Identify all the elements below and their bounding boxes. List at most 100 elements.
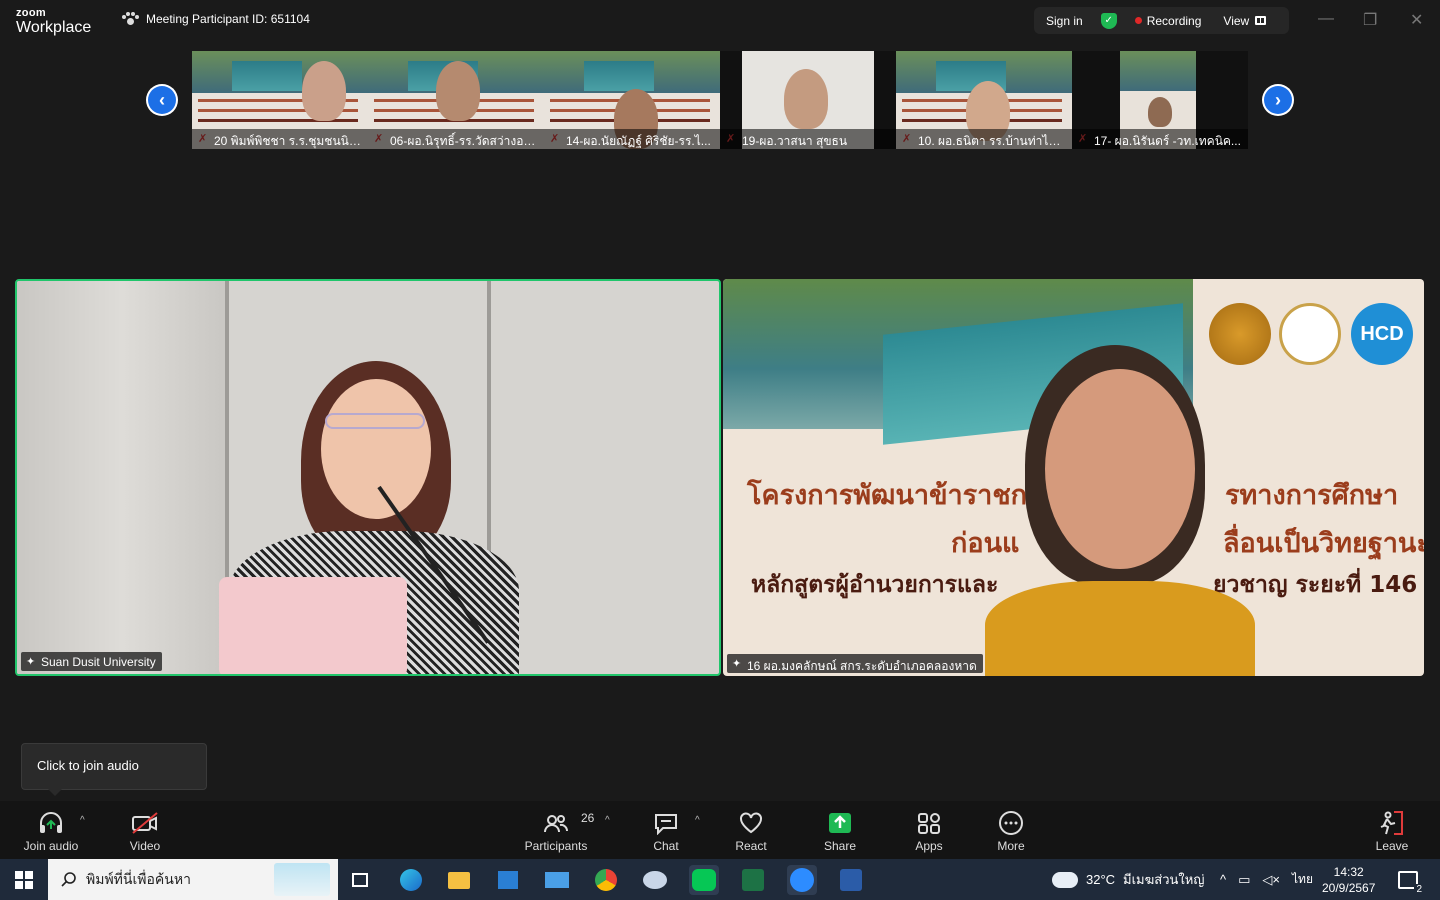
clock[interactable]: 14:32 20/9/2567 [1322,859,1375,900]
palette-icon [643,871,667,889]
recording-dot-icon [1134,17,1142,24]
network-icon[interactable]: ▭ [1238,872,1250,888]
active-speaker-video[interactable]: ✦ Suan Dusit University [15,279,721,676]
chat-button[interactable]: Chat [646,801,686,859]
edge-icon [400,869,422,891]
view-label: View [1223,13,1250,28]
participants-button[interactable]: 26 Participants [522,801,595,859]
chat-label: Chat [653,839,679,853]
meeting-id-text: Meeting Participant ID: 651104 [146,12,310,26]
recording-label[interactable]: Recording [1147,14,1202,28]
heart-icon [738,809,764,837]
participant-video[interactable]: HCD โครงการพัฒนาข้าราชก รทางการศึกษา ก่อ… [723,279,1424,676]
chevron-up-icon[interactable]: ^ [1220,872,1226,887]
weather-widget[interactable]: 32°C มีเมฆส่วนใหญ่ [1052,859,1204,900]
join-audio-label: Join audio [23,839,79,853]
video-label: ✦ Suan Dusit University [21,652,162,671]
taskbar-search[interactable]: พิมพ์ที่นี่เพื่อค้นหา [48,859,338,900]
line-app[interactable] [689,865,719,895]
participants-count: 26 [581,811,595,825]
word-app[interactable] [836,865,866,895]
audio-options-chevron-icon[interactable]: ^ [80,815,85,826]
next-page-button[interactable]: › [1262,84,1294,116]
participant-name: 20 พิมพ์พิชชา ร.ร.ชุมชนนิคม... [192,129,368,149]
pin-icon: ✦ [26,656,36,668]
task-view-icon [352,873,368,887]
chevron-right-icon: › [1264,86,1292,114]
notification-icon: 2 [1398,870,1424,895]
chat-options-chevron-icon[interactable]: ^ [695,815,700,826]
chrome-icon [595,869,617,891]
word-icon [840,869,862,891]
language-indicator[interactable]: ไทย [1292,870,1313,889]
participant-thumbnail[interactable]: ✗ 19-ผอ.วาสนา สุขธน [720,51,896,149]
chrome-app[interactable] [591,865,621,895]
participant-name: 19-ผอ.วาสนา สุขธน [720,129,896,149]
sign-in-button[interactable]: Sign in [1046,14,1083,28]
clock-time: 14:32 [1333,864,1364,879]
security-shield-icon[interactable]: ✓ [1100,12,1117,29]
store-icon [498,871,518,889]
task-view-button[interactable] [345,865,375,895]
notification-center-button[interactable]: 2 [1398,859,1424,900]
leave-icon [1378,809,1406,837]
share-label: Share [823,839,857,853]
more-button[interactable]: More [992,801,1030,859]
apps-icon [916,809,942,837]
search-placeholder: พิมพ์ที่นี่เพื่อค้นหา [86,870,191,887]
react-label: React [735,839,767,853]
system-tray: ^ ▭ ◁× ไทย [1220,859,1313,900]
leave-button[interactable]: Leave [1372,801,1412,859]
participant-name: 17- ผอ.นิรันดร์ -วท.เทคนิค... [1072,129,1248,149]
pin-icon: ✦ [732,658,742,670]
video-label: Video [129,839,161,853]
participant-thumbnail[interactable]: ✗ 06-ผอ.นิรุทธิ์-รร.วัดสว่างอาร... [368,51,544,149]
edge-app[interactable] [396,865,426,895]
more-label: More [997,839,1025,853]
share-button[interactable]: Share [820,801,860,859]
headphones-icon [37,809,65,837]
agency-logo [1279,303,1341,365]
participant-thumbnail[interactable]: ✗ 20 พิมพ์พิชชา ร.ร.ชุมชนนิคม... [192,51,368,149]
folder-icon [448,871,470,889]
close-button[interactable]: ✕ [1410,10,1423,30]
store-app[interactable] [493,865,523,895]
zoom-app[interactable] [787,865,817,895]
start-button[interactable] [9,865,39,895]
participant-thumbnail[interactable]: ✗ 10. ผอ.ธนิตา รร.บ้านท่าไม้ร... [896,51,1072,149]
zoom-logo: zoom Workplace [16,8,91,36]
video-label: ✦ 16 ผอ.มงคลักษณ์ สกร.ระดับอำเภอคลองหาด [727,654,983,673]
join-audio-tooltip: Click to join audio [21,743,207,796]
lighthouse-icon [274,863,330,896]
view-button[interactable]: View [1223,13,1267,28]
notification-count: 2 [1414,883,1424,895]
participants-label: Participants [524,839,588,853]
title-bar: zoom Workplace Meeting Participant ID: 6… [0,0,1440,42]
participant-thumbnail[interactable]: ✗ 14-ผอ.นัยณัฏฐ์ ศิริชัย-รร.ไ... [544,51,720,149]
participants-options-chevron-icon[interactable]: ^ [605,815,610,826]
video-off-icon [130,809,160,837]
logo-bottom-text: Workplace [16,19,92,36]
mail-app[interactable] [542,865,572,895]
banner-line-1b: รทางการศึกษา [1225,480,1399,511]
excel-app[interactable] [738,865,768,895]
banner-line-3b: ยวชาญ ระยะที่ 146 [1213,572,1418,598]
minimize-button[interactable]: — [1318,10,1334,28]
react-button[interactable]: React [730,801,772,859]
share-screen-icon [827,809,853,837]
leave-label: Leave [1375,839,1409,853]
paint-app[interactable] [640,865,670,895]
volume-muted-icon[interactable]: ◁× [1262,872,1280,888]
prev-page-button[interactable]: ‹ [146,84,178,116]
apps-button[interactable]: Apps [910,801,948,859]
file-explorer-app[interactable] [444,865,474,895]
video-button[interactable]: Video [124,801,166,859]
participant-thumbnail[interactable]: ✗ 17- ผอ.นิรันดร์ -วท.เทคนิค... [1072,51,1248,149]
clock-date: 20/9/2567 [1322,880,1376,895]
meeting-id[interactable]: Meeting Participant ID: 651104 [122,12,310,26]
banner-line-2b: ลื่อนเป็นวิทยฐานะ [1223,528,1424,559]
search-icon [61,871,76,887]
join-audio-button[interactable]: Join audio [22,801,80,859]
restore-button[interactable]: ❐ [1363,10,1377,30]
grid-view-icon [1255,16,1267,25]
